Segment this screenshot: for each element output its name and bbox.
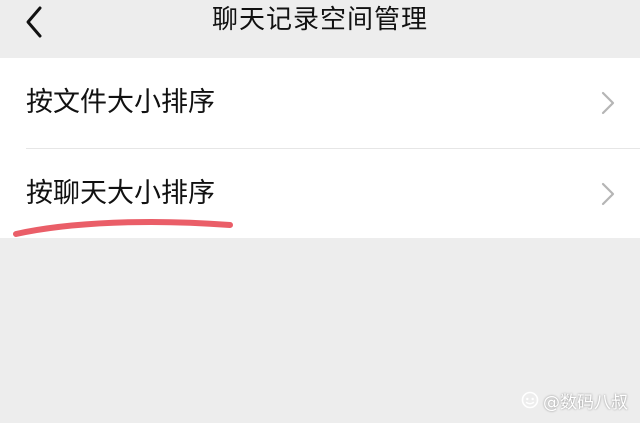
watermark-text: @数码八叔 <box>543 392 628 413</box>
list-item-label: 按聊天大小排序 <box>26 178 215 209</box>
page-title: 聊天记录空间管理 <box>211 5 428 35</box>
sort-by-file-size-item[interactable]: 按文件大小排序 <box>0 58 640 149</box>
watermark: @数码八叔 <box>521 389 628 413</box>
chevron-right-icon <box>601 182 615 206</box>
toutiao-logo-icon <box>521 391 539 409</box>
list-item-label: 按文件大小排序 <box>26 87 215 118</box>
chevron-right-icon <box>601 91 615 115</box>
nav-bar: 聊天记录空间管理 <box>0 0 640 56</box>
settings-list: 按文件大小排序 按聊天大小排序 <box>0 58 640 238</box>
sort-by-chat-size-item[interactable]: 按聊天大小排序 <box>0 149 640 239</box>
